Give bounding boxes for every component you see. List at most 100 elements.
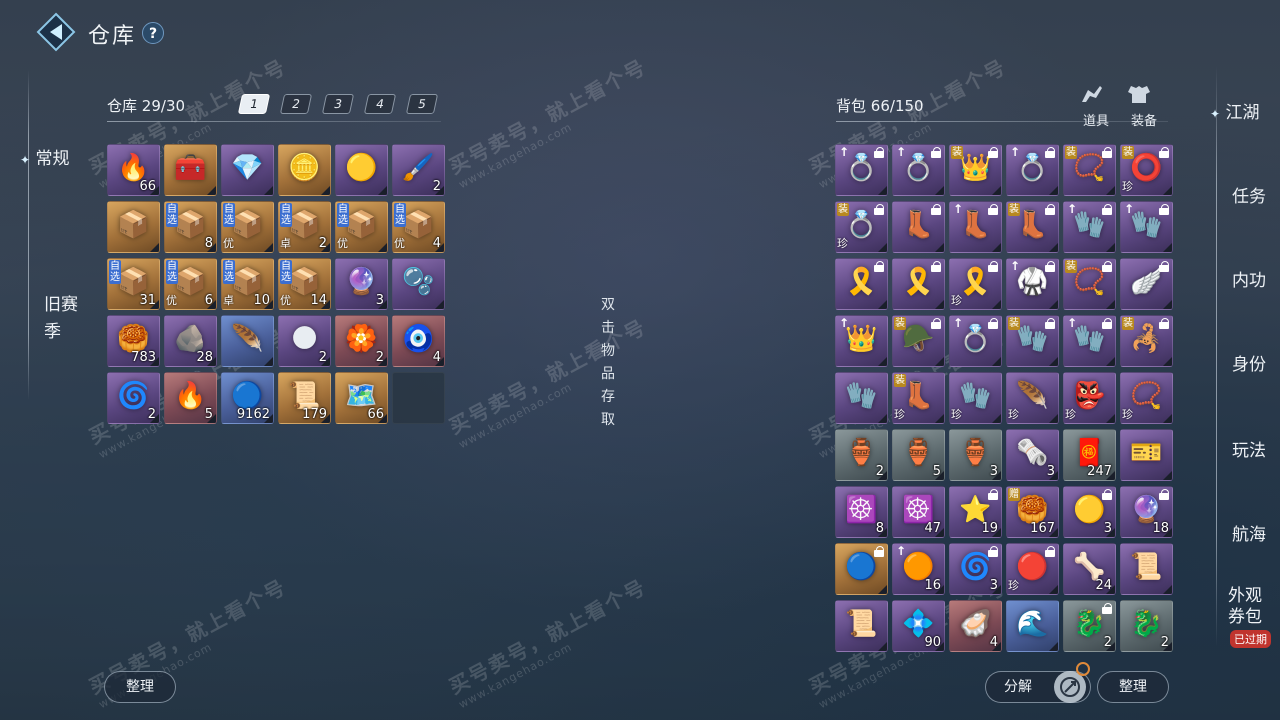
- item-slot[interactable]: 🦴 24: [1063, 543, 1116, 595]
- item-slot[interactable]: ⭐ 19: [949, 486, 1002, 538]
- item-slot[interactable]: 🧤: [835, 372, 888, 424]
- item-slot[interactable]: 🌀 3: [949, 543, 1002, 595]
- item-slot[interactable]: 💍 ↑: [1006, 144, 1059, 196]
- item-slot[interactable]: 🖌️ 2: [392, 144, 445, 196]
- item-slot[interactable]: 🏺 3: [949, 429, 1002, 481]
- item-slot[interactable]: 🧤 ↑: [1120, 201, 1173, 253]
- item-slot[interactable]: 🌑 2: [278, 315, 331, 367]
- item-slot[interactable]: 🌀 2: [107, 372, 160, 424]
- item-slot[interactable]: 📦 自选优 14: [278, 258, 331, 310]
- item-slot[interactable]: 📦 自选优 6: [164, 258, 217, 310]
- item-slot[interactable]: 🪶 珍: [1006, 372, 1059, 424]
- item-slot[interactable]: 🔮 18: [1120, 486, 1173, 538]
- right-nav-item-task[interactable]: 任务: [1232, 182, 1266, 207]
- item-slot[interactable]: 🪽: [1120, 258, 1173, 310]
- item-slot[interactable]: 🔥 66: [107, 144, 160, 196]
- item-slot[interactable]: 📿 装: [1063, 258, 1116, 310]
- item-slot[interactable]: 💍 ↑: [949, 315, 1002, 367]
- item-slot[interactable]: 📿 珍: [1120, 372, 1173, 424]
- item-slot[interactable]: ⭕ 装珍: [1120, 144, 1173, 196]
- warehouse-page-tab-2[interactable]: 2: [279, 94, 313, 114]
- right-nav-item-identity[interactable]: 身份: [1232, 350, 1266, 375]
- item-slot[interactable]: 🟡: [335, 144, 388, 196]
- item-slot[interactable]: 🎫: [1120, 429, 1173, 481]
- item-slot[interactable]: 📦: [107, 201, 160, 253]
- item-slot[interactable]: 👢 装: [1006, 201, 1059, 253]
- help-icon[interactable]: ?: [142, 22, 164, 44]
- item-slot[interactable]: 🔵 9162: [221, 372, 274, 424]
- item-slot[interactable]: 👢 装珍: [892, 372, 945, 424]
- decompose-button[interactable]: 分解: [985, 671, 1091, 703]
- item-slot[interactable]: 🏺 2: [835, 429, 888, 481]
- item-slot[interactable]: 🫧: [392, 258, 445, 310]
- item-slot[interactable]: 🧤 ↑: [1063, 201, 1116, 253]
- item-slot[interactable]: 🗺️ 66: [335, 372, 388, 424]
- item-slot[interactable]: 🪨 28: [164, 315, 217, 367]
- left-nav-item-old-season[interactable]: 旧赛季: [44, 292, 82, 346]
- item-slot[interactable]: 🟠 ↑ 16: [892, 543, 945, 595]
- item-slot[interactable]: 📜: [835, 600, 888, 652]
- item-slot[interactable]: 🧤 装: [1006, 315, 1059, 367]
- item-slot[interactable]: 📦 自选卓 2: [278, 201, 331, 253]
- bag-sort-button[interactable]: 整理: [1097, 671, 1169, 703]
- right-nav-item-jianghu[interactable]: ✦ 江湖: [1210, 98, 1259, 123]
- item-slot[interactable]: 🧿 4: [392, 315, 445, 367]
- item-slot[interactable]: 🔵: [835, 543, 888, 595]
- item-slot[interactable]: 🗞️ 3: [1006, 429, 1059, 481]
- item-slot[interactable]: 🏵️ 2: [335, 315, 388, 367]
- item-slot[interactable]: 🪶: [221, 315, 274, 367]
- item-slot[interactable]: 🧤 珍: [949, 372, 1002, 424]
- warehouse-sort-button[interactable]: 整理: [104, 671, 176, 703]
- left-nav-item-general[interactable]: ✦ 常规: [20, 144, 69, 169]
- item-slot[interactable]: 📦 自选优: [335, 201, 388, 253]
- bag-tab-equipment[interactable]: 装备: [1126, 84, 1162, 129]
- item-slot[interactable]: 👑 ↑: [835, 315, 888, 367]
- item-slot[interactable]: 👢 ↑: [949, 201, 1002, 253]
- item-slot[interactable]: 🧰: [164, 144, 217, 196]
- item-slot[interactable]: 🎗️: [835, 258, 888, 310]
- item-slot[interactable]: 🦪 4: [949, 600, 1002, 652]
- item-slot[interactable]: ☸️ 47: [892, 486, 945, 538]
- item-slot[interactable]: 🔮 3: [335, 258, 388, 310]
- bag-tab-items[interactable]: 道具: [1078, 84, 1114, 129]
- item-slot[interactable]: 🐉 2: [1120, 600, 1173, 652]
- right-nav-item-play[interactable]: 玩法: [1232, 436, 1266, 461]
- item-slot[interactable]: 💎: [221, 144, 274, 196]
- item-slot[interactable]: 📜: [1120, 543, 1173, 595]
- warehouse-page-tab-5[interactable]: 5: [405, 94, 439, 114]
- item-slot[interactable]: 📜 179: [278, 372, 331, 424]
- warehouse-page-tab-4[interactable]: 4: [363, 94, 397, 114]
- warehouse-page-tab-3[interactable]: 3: [321, 94, 355, 114]
- item-slot[interactable]: 🟡 3: [1063, 486, 1116, 538]
- item-slot[interactable]: 🦂 装: [1120, 315, 1173, 367]
- item-slot[interactable]: 📦 自选优 4: [392, 201, 445, 253]
- right-nav-item-voyage[interactable]: 航海: [1232, 520, 1266, 545]
- item-slot[interactable]: 🌊: [1006, 600, 1059, 652]
- empty-slot[interactable]: [392, 372, 445, 424]
- back-button[interactable]: [36, 12, 76, 52]
- item-slot[interactable]: 💍 装珍: [835, 201, 888, 253]
- item-slot[interactable]: 👺 珍: [1063, 372, 1116, 424]
- item-slot[interactable]: 🪙: [278, 144, 331, 196]
- item-slot[interactable]: 👢: [892, 201, 945, 253]
- item-slot[interactable]: 📿 装: [1063, 144, 1116, 196]
- item-slot[interactable]: 📦 自选 8: [164, 201, 217, 253]
- item-slot[interactable]: 🪖 装: [892, 315, 945, 367]
- right-nav-item-neigong[interactable]: 内功: [1232, 266, 1266, 291]
- item-slot[interactable]: 🥋 ↑: [1006, 258, 1059, 310]
- item-slot[interactable]: ☸️ 8: [835, 486, 888, 538]
- item-slot[interactable]: 🧧 247: [1063, 429, 1116, 481]
- item-slot[interactable]: 🐉 2: [1063, 600, 1116, 652]
- item-slot[interactable]: 🎗️ 珍: [949, 258, 1002, 310]
- item-slot[interactable]: 📦 自选 31: [107, 258, 160, 310]
- item-slot[interactable]: 👑 装: [949, 144, 1002, 196]
- item-slot[interactable]: 🎗️: [892, 258, 945, 310]
- item-slot[interactable]: 🥮 783: [107, 315, 160, 367]
- item-slot[interactable]: 💍 ↑: [835, 144, 888, 196]
- item-slot[interactable]: 📦 自选卓 10: [221, 258, 274, 310]
- item-slot[interactable]: 🔴 珍: [1006, 543, 1059, 595]
- item-slot[interactable]: 💠 90: [892, 600, 945, 652]
- item-slot[interactable]: 💍 ↑: [892, 144, 945, 196]
- warehouse-page-tab-1[interactable]: 1: [237, 94, 271, 114]
- item-slot[interactable]: 🥮 赠 167: [1006, 486, 1059, 538]
